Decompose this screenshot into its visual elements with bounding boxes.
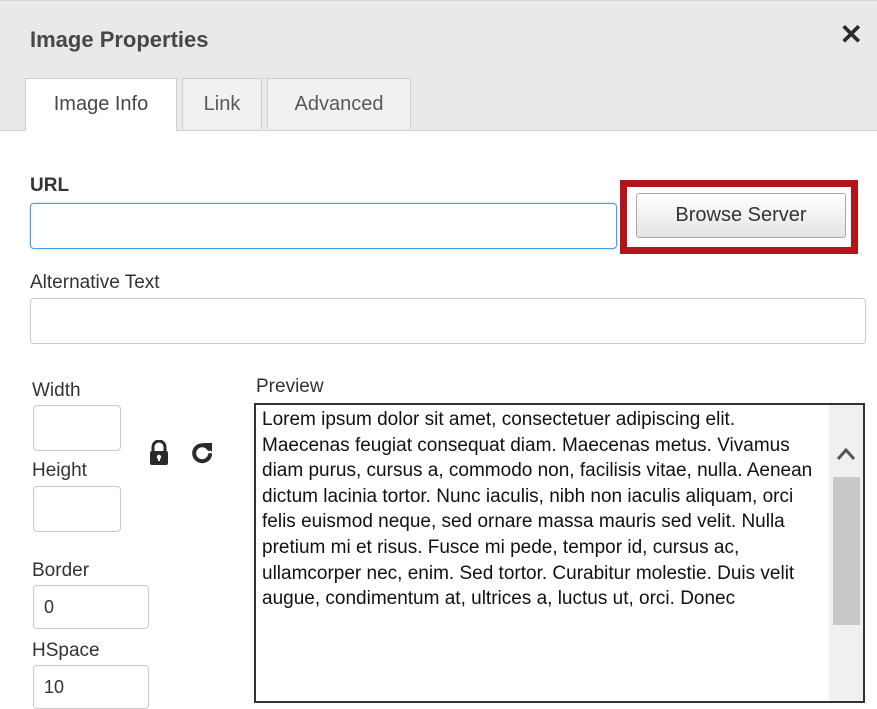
url-label: URL (30, 175, 70, 196)
url-input[interactable] (30, 203, 617, 249)
preview-text: Lorem ipsum dolor sit amet, consectetuer… (262, 409, 813, 610)
hspace-input[interactable] (33, 665, 149, 709)
lock-icon[interactable] (148, 439, 170, 466)
image-properties-dialog: Image Properties ✕ Image Info Link Advan… (0, 0, 877, 709)
preview-box: Lorem ipsum dolor sit amet, consectetuer… (254, 403, 865, 703)
close-button[interactable]: ✕ (840, 21, 863, 49)
border-input[interactable] (33, 585, 149, 629)
height-input[interactable] (33, 486, 121, 532)
tab-image-info[interactable]: Image Info (25, 78, 177, 131)
scroll-thumb[interactable] (833, 477, 860, 625)
dialog-title: Image Properties (30, 27, 209, 52)
preview-label: Preview (256, 376, 324, 397)
hspace-label: HSpace (32, 640, 100, 661)
dialog-titlebar: Image Properties ✕ (0, 0, 877, 79)
chevron-up-icon (836, 447, 856, 460)
reset-size-icon[interactable] (190, 441, 214, 465)
scroll-up-button[interactable] (829, 435, 863, 475)
preview-scrollbar[interactable] (829, 405, 863, 701)
border-label: Border (32, 560, 90, 581)
tab-strip: Image Info Link Advanced (0, 78, 877, 131)
width-label: Width (32, 380, 81, 401)
alt-text-input[interactable] (30, 298, 866, 344)
tab-link[interactable]: Link (182, 78, 262, 129)
height-label: Height (32, 460, 87, 481)
width-input[interactable] (33, 405, 121, 451)
browse-server-button[interactable]: Browse Server (636, 193, 846, 238)
alt-text-label: Alternative Text (30, 272, 160, 293)
close-icon: ✕ (839, 19, 863, 50)
tab-advanced[interactable]: Advanced (267, 78, 411, 129)
